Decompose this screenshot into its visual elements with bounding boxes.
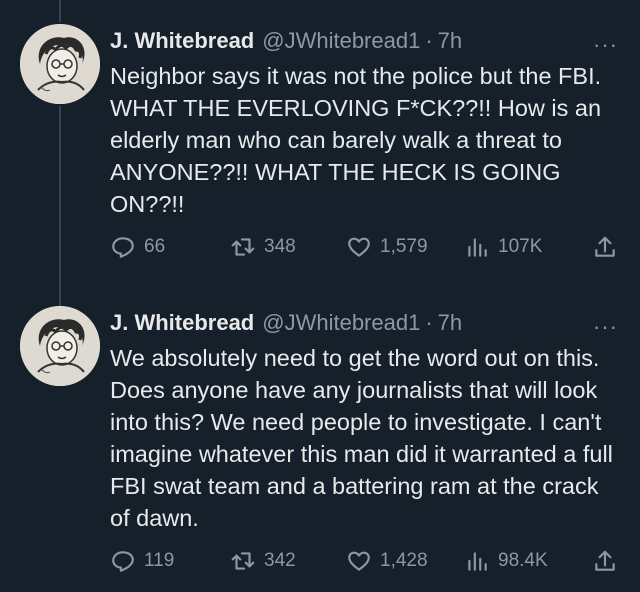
view-count: 107K [498,236,543,257]
thread-line-top [59,0,61,22]
repost-count: 348 [264,236,296,257]
heart-icon [348,551,370,571]
share-icon [595,236,615,257]
like-button[interactable]: 1,579 [346,232,428,262]
share-button[interactable] [592,546,618,576]
tweet[interactable]: J. Whitebread @JWhitebread1 · 7h ··· Nei… [0,24,640,280]
tweet[interactable]: J. Whitebread @JWhitebread1 · 7h ··· We … [0,306,640,586]
action-bar: 66 348 1,579 107K [110,232,620,262]
display-name[interactable]: J. Whitebread [110,310,254,336]
avatar[interactable] [20,24,100,104]
display-name[interactable]: J. Whitebread [110,28,254,54]
reply-count: 119 [144,550,175,571]
separator-dot: · [425,310,433,335]
tweet-header: J. Whitebread @JWhitebread1 · 7h ··· [110,310,620,340]
heart-icon [348,237,370,257]
views-button[interactable]: 107K [464,232,542,262]
timestamp[interactable]: 7h [438,28,462,54]
avatar[interactable] [20,306,100,386]
user-handle[interactable]: @JWhitebread1 [262,310,420,336]
separator-dot: · [425,28,433,53]
reply-count: 66 [144,236,166,257]
reply-button[interactable]: 119 [110,546,174,576]
repost-button[interactable]: 342 [230,546,296,576]
share-icon [595,550,615,571]
reply-icon [112,551,134,572]
repost-icon [231,552,255,570]
tweet-header: J. Whitebread @JWhitebread1 · 7h ··· [110,28,620,58]
more-dots-icon[interactable]: ··· [593,314,618,340]
view-count: 98.4K [498,550,548,571]
tweet-text: Neighbor says it was not the police but … [110,63,602,217]
views-button[interactable]: 98.4K [464,546,548,576]
action-bar: 119 342 1,428 98.4K [110,546,620,576]
like-count: 1,428 [380,550,428,571]
timestamp[interactable]: 7h [438,310,462,336]
repost-button[interactable]: 348 [230,232,296,262]
repost-icon [231,238,255,256]
more-dots-icon[interactable]: ··· [593,32,618,58]
reply-button[interactable]: 66 [110,232,165,262]
like-button[interactable]: 1,428 [346,546,428,576]
views-chart-icon [468,238,487,257]
share-button[interactable] [592,232,618,262]
tweet-text: We absolutely need to get the word out o… [110,345,613,531]
views-chart-icon [468,552,487,571]
user-handle[interactable]: @JWhitebread1 [262,28,420,54]
avatar-illustration-icon [20,24,100,104]
repost-count: 342 [264,550,296,571]
avatar-illustration-icon [20,306,100,386]
like-count: 1,579 [380,236,428,257]
reply-icon [112,237,134,258]
